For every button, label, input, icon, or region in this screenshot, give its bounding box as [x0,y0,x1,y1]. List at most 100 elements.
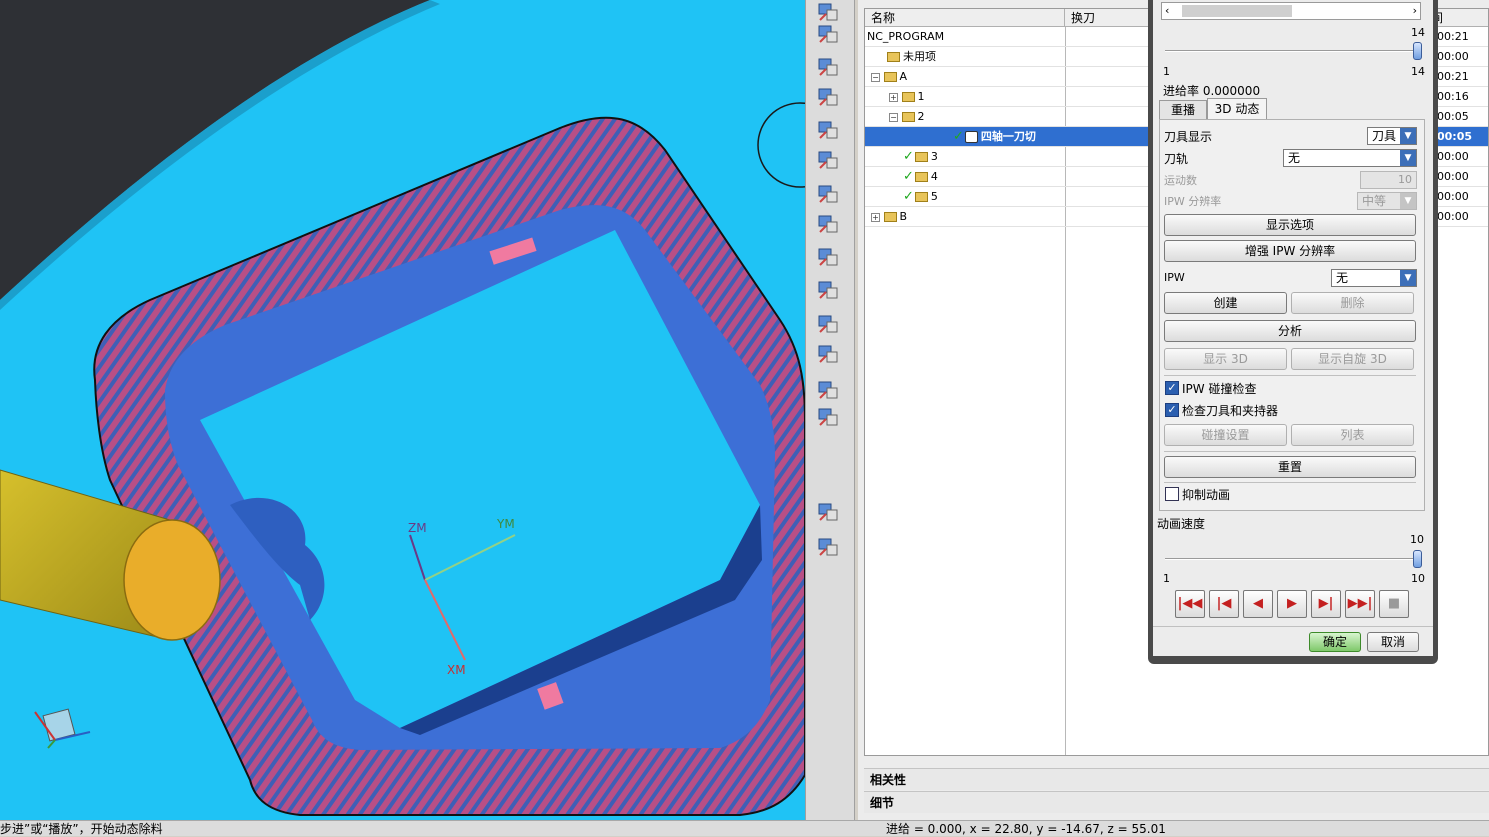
feed-slider-track[interactable] [1165,50,1421,52]
tab-3d-dynamic[interactable]: 3D 动态 [1207,98,1267,120]
operation-icon [964,131,978,143]
simulate-machine-icon[interactable] [816,342,840,366]
feed-slider-current: 14 [1411,26,1425,39]
rewind-to-start-icon[interactable]: |◀◀ [1175,590,1205,618]
create-program-icon[interactable] [816,118,840,142]
tree-row-label: 3 [930,150,938,163]
suppress-animation-label: 抑制动画 [1182,488,1231,502]
animation-speed-max: 10 [1411,572,1425,585]
animation-speed-track[interactable] [1165,558,1421,560]
program-folder-icon [914,152,928,162]
tool-display-label: 刀具显示 [1164,130,1213,144]
ipw-label: IPW [1164,271,1185,284]
create-button[interactable]: 创建 [1164,292,1287,314]
verify-toolpath-icon[interactable] [816,312,840,336]
dependencies-panel-header[interactable]: 相关性 [864,768,1489,790]
tree-row-time: 00:00 [1437,170,1469,183]
postprocess-icon[interactable] [816,405,840,429]
program-folder-icon [901,92,915,102]
checkmark-icon: ✓ [903,169,914,184]
feed-scrollbar[interactable]: ‹ › [1161,2,1421,20]
animation-speed-thumb[interactable] [1413,550,1422,568]
tree-row-label: 1 [917,90,925,103]
tree-row-time: 00:21 [1437,70,1469,83]
animation-speed-current: 10 [1410,533,1424,546]
feed-slider-thumb[interactable] [1413,42,1422,60]
tree-row-label: NC_PROGRAM [867,30,945,43]
chevron-down-icon: ▼ [1400,193,1416,209]
delete-button[interactable]: 删除 [1291,292,1414,314]
collapse-icon[interactable]: − [889,112,898,122]
program-folder-icon [914,192,928,202]
show-spin-3d-button[interactable]: 显示自旋 3D [1291,348,1414,370]
ipw-collision-label: IPW 碰撞检查 [1182,382,1257,396]
chevron-down-icon: ▼ [1400,270,1416,286]
create-operation-icon[interactable] [816,245,840,269]
tree-row-time: 00:16 [1437,90,1469,103]
show-toolpath-icon[interactable] [816,378,840,402]
program-folder-icon [883,72,897,82]
tree-row-time: 00:21 [1437,30,1469,43]
create-geometry-icon[interactable] [816,182,840,206]
generate-toolpath-icon[interactable] [816,278,840,302]
tree-row-label: 四轴一刀切 [980,130,1036,143]
tree-row-label: 2 [917,110,925,123]
ipw-select[interactable]: 无 ▼ [1331,269,1417,287]
shop-documentation-icon[interactable] [816,500,840,524]
details-panel-header[interactable]: 细节 [864,791,1489,813]
animation-speed-label: 动画速度 [1157,517,1206,531]
geometry-view-icon[interactable] [816,55,840,79]
show-3d-button[interactable]: 显示 3D [1164,348,1287,370]
collapse-icon[interactable]: − [871,72,880,82]
analyze-button[interactable]: 分析 [1164,320,1416,342]
tree-row-time: 00:00 [1437,190,1469,203]
suppress-animation-checkbox[interactable] [1165,487,1179,501]
checkmark-icon: ✓ [903,189,914,204]
display-options-icon[interactable] [816,535,840,559]
tab-replay[interactable]: 重播 [1159,100,1207,120]
fast-forward-icon[interactable]: ▶▶| [1345,590,1375,618]
ipw-resolution-select[interactable]: 中等 ▼ [1357,192,1417,210]
stop-icon[interactable]: ■ [1379,590,1409,618]
expand-icon[interactable]: + [889,92,898,102]
column-header-name[interactable]: 名称 [865,9,1065,27]
play-forward-icon[interactable]: ▶ [1277,590,1307,618]
tool-display-select[interactable]: 刀具 ▼ [1367,127,1417,145]
machine-tool-view-icon[interactable] [816,22,840,46]
status-readout: 进给 = 0.000, x = 22.80, y = -14.67, z = 5… [886,822,1166,836]
program-folder-icon [914,172,928,182]
reset-button[interactable]: 重置 [1164,456,1416,478]
collision-settings-button[interactable]: 碰撞设置 [1164,424,1287,446]
motion-count-field[interactable]: 10 [1360,171,1417,189]
step-forward-icon[interactable]: ▶| [1311,590,1341,618]
method-view-icon[interactable] [816,85,840,109]
toolpath-select[interactable]: 无 ▼ [1283,149,1417,167]
create-tool-icon[interactable] [816,148,840,172]
tree-row-label: A [899,70,908,83]
feed-rate-label: 进给率 0.000000 [1163,84,1261,98]
display-options-button[interactable]: 显示选项 [1164,214,1416,236]
chevron-down-icon: ▼ [1400,128,1416,144]
ok-button[interactable]: 确定 [1309,632,1361,652]
scroll-right-icon[interactable]: › [1413,4,1417,17]
dynamic-tab-panel: 刀具显示 刀具 ▼ 刀轨 无 ▼ 运动数 10 IPW 分辨率 中等 ▼ 显示选项 增… [1159,119,1425,511]
cancel-button[interactable]: 取消 [1367,632,1419,652]
graphics-window[interactable]: ZM YM XM [0,0,805,820]
tree-row-label: 未用项 [903,50,936,63]
status-prompt: 步进”或“播放”，开始动态除料 [0,822,163,836]
play-backward-icon[interactable]: ◀ [1243,590,1273,618]
step-back-icon[interactable]: |◀ [1209,590,1239,618]
enhance-ipw-resolution-button[interactable]: 增强 IPW 分辨率 [1164,240,1416,262]
program-folder-icon [901,112,915,122]
check-tool-holder-checkbox[interactable]: ✓ [1165,403,1179,417]
program-order-view-icon[interactable] [816,0,840,24]
verify-3d-scene[interactable]: ZM YM XM [0,0,805,820]
expand-icon[interactable]: + [871,212,880,222]
feed-slider-min: 1 [1163,65,1170,78]
create-method-icon[interactable] [816,212,840,236]
tree-row-time: 00:00 [1437,50,1469,63]
scroll-left-icon[interactable]: ‹ [1165,4,1169,17]
toolpath-visualization-dialog: ‹ › 14 1 14 进给率 0.000000 重播 3D 动态 刀具显示 刀… [1148,0,1438,664]
list-button[interactable]: 列表 [1291,424,1414,446]
ipw-collision-checkbox[interactable]: ✓ [1165,381,1179,395]
